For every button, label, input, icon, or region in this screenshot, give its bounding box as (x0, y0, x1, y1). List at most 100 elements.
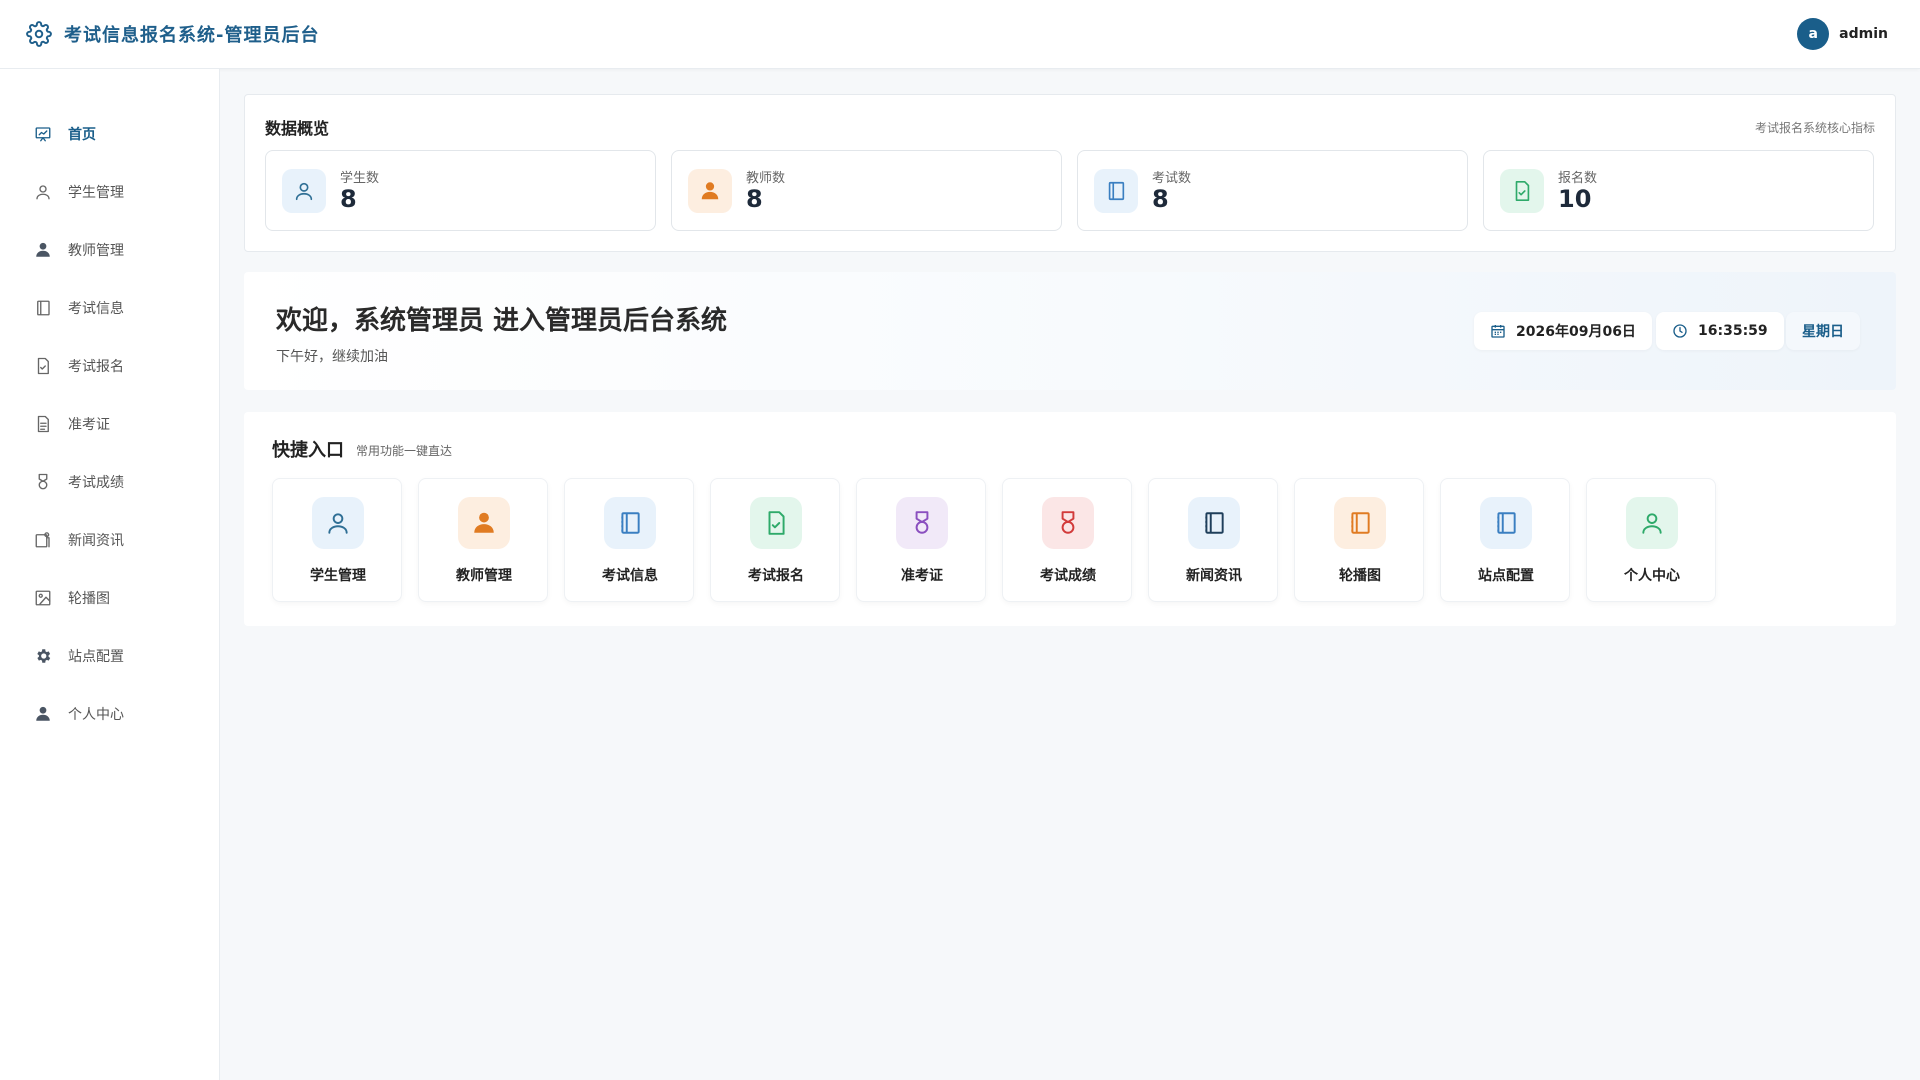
quick-item-carousel[interactable]: 轮播图 (1294, 478, 1424, 602)
document-icon (34, 415, 52, 433)
sidebar-item-exam-info[interactable]: 考试信息 (0, 279, 219, 337)
stat-label: 教师数 (746, 171, 786, 186)
teacher-icon (458, 497, 510, 549)
sidebar: 首页 学生管理 教师管理 考试信息 考试报名 准考证 考试成绩 新闻资讯 轮播图… (0, 69, 220, 1080)
sidebar-item-label: 学生管理 (68, 185, 124, 201)
quick-item-admission-ticket[interactable]: 准考证 (856, 478, 986, 602)
notebook-icon (34, 299, 52, 317)
teacher-icon (34, 241, 52, 259)
stat-card-signups: 报名数 10 (1483, 150, 1874, 231)
notebook-icon (1188, 497, 1240, 549)
sidebar-item-label: 轮播图 (68, 591, 110, 607)
user-icon (282, 169, 326, 213)
notebook-icon (1334, 497, 1386, 549)
document-check-icon (750, 497, 802, 549)
sidebar-item-home[interactable]: 首页 (0, 105, 219, 163)
quick-item-label: 学生管理 (310, 568, 366, 584)
calendar-icon (1490, 323, 1506, 339)
quick-item-profile[interactable]: 个人中心 (1586, 478, 1716, 602)
app-title: 考试信息报名系统-管理员后台 (64, 25, 320, 46)
user-icon (34, 183, 52, 201)
stat-card-teachers: 教师数 8 (671, 150, 1062, 231)
date-pill: 2026年09月06日 (1474, 312, 1652, 350)
stat-label: 考试数 (1152, 171, 1192, 186)
current-weekday: 星期日 (1802, 324, 1844, 340)
sidebar-item-label: 考试信息 (68, 301, 124, 317)
sidebar-item-teachers[interactable]: 教师管理 (0, 221, 219, 279)
quick-item-label: 个人中心 (1624, 568, 1680, 584)
quick-item-label: 考试信息 (602, 568, 658, 584)
quick-item-exam-info[interactable]: 考试信息 (564, 478, 694, 602)
sidebar-item-profile[interactable]: 个人中心 (0, 685, 219, 743)
sidebar-item-admission-ticket[interactable]: 准考证 (0, 395, 219, 453)
welcome-title: 欢迎，系统管理员 进入管理员后台系统 (276, 306, 728, 336)
notebook-icon (1094, 169, 1138, 213)
time-pill: 16:35:59 (1656, 312, 1784, 350)
clock-icon (1672, 323, 1688, 339)
top-header: 考试信息报名系统-管理员后台 a admin (0, 0, 1920, 69)
current-time: 16:35:59 (1698, 323, 1768, 339)
quick-item-site-config[interactable]: 站点配置 (1440, 478, 1570, 602)
overview-card: 数据概览 考试报名系统核心指标 学生数 8 教师数 8 考试数 8 报名数 10 (244, 94, 1896, 252)
quick-item-exam-signup[interactable]: 考试报名 (710, 478, 840, 602)
current-date: 2026年09月06日 (1516, 324, 1636, 340)
user-icon (1626, 497, 1678, 549)
sidebar-item-label: 考试报名 (68, 359, 124, 375)
quick-item-label: 考试成绩 (1040, 568, 1096, 584)
medal-icon (896, 497, 948, 549)
user-menu[interactable]: a admin (1797, 18, 1888, 50)
quick-item-teachers[interactable]: 教师管理 (418, 478, 548, 602)
news-icon (34, 531, 52, 549)
stat-value: 8 (340, 185, 357, 213)
sidebar-item-label: 首页 (68, 127, 96, 143)
stat-value: 8 (746, 185, 763, 213)
avatar[interactable]: a (1797, 18, 1830, 50)
sidebar-item-students[interactable]: 学生管理 (0, 163, 219, 221)
medal-icon (1042, 497, 1094, 549)
quick-item-label: 教师管理 (456, 568, 512, 584)
username[interactable]: admin (1839, 26, 1888, 42)
document-check-icon (1500, 169, 1544, 213)
user-icon (312, 497, 364, 549)
sidebar-item-exam-scores[interactable]: 考试成绩 (0, 453, 219, 511)
quick-item-label: 考试报名 (748, 568, 804, 584)
overview-subtitle: 考试报名系统核心指标 (1754, 121, 1875, 135)
quick-entry-card: 快捷入口 常用功能一键直达 学生管理 教师管理 考试信息 考试报名 准考证 考试… (244, 412, 1896, 626)
teacher-icon (688, 169, 732, 213)
sidebar-item-exam-signup[interactable]: 考试报名 (0, 337, 219, 395)
quick-entry-subtitle: 常用功能一键直达 (356, 444, 453, 458)
welcome-subtitle: 下午好，继续加油 (276, 349, 388, 365)
weekday-pill: 星期日 (1786, 312, 1860, 350)
medal-icon (34, 473, 52, 491)
sidebar-item-carousel[interactable]: 轮播图 (0, 569, 219, 627)
quick-item-label: 新闻资讯 (1186, 568, 1242, 584)
sidebar-item-news[interactable]: 新闻资讯 (0, 511, 219, 569)
quick-item-exam-scores[interactable]: 考试成绩 (1002, 478, 1132, 602)
quick-entry-title: 快捷入口 (272, 440, 344, 461)
welcome-banner: 欢迎，系统管理员 进入管理员后台系统 下午好，继续加油 2026年09月06日 … (244, 272, 1896, 390)
notebook-icon (1480, 497, 1532, 549)
notebook-icon (604, 497, 656, 549)
document-check-icon (34, 357, 52, 375)
sidebar-item-label: 准考证 (68, 417, 110, 433)
stat-value: 8 (1152, 185, 1169, 213)
sidebar-item-label: 教师管理 (68, 243, 124, 259)
sidebar-item-site-config[interactable]: 站点配置 (0, 627, 219, 685)
sidebar-item-label: 考试成绩 (68, 475, 124, 491)
picture-icon (34, 589, 52, 607)
user-filled-icon (34, 705, 52, 723)
gear-logo-icon (26, 21, 52, 47)
stat-label: 学生数 (340, 171, 380, 186)
sidebar-item-label: 新闻资讯 (68, 533, 124, 549)
dashboard-icon (34, 125, 52, 143)
quick-item-label: 站点配置 (1478, 568, 1534, 584)
sidebar-item-label: 个人中心 (68, 707, 124, 723)
gear-icon (34, 647, 52, 665)
quick-item-students[interactable]: 学生管理 (272, 478, 402, 602)
quick-item-label: 准考证 (901, 568, 943, 584)
quick-item-news[interactable]: 新闻资讯 (1148, 478, 1278, 602)
overview-title: 数据概览 (265, 119, 330, 138)
stat-card-students: 学生数 8 (265, 150, 656, 231)
sidebar-item-label: 站点配置 (68, 649, 124, 665)
stat-value: 10 (1558, 185, 1592, 213)
